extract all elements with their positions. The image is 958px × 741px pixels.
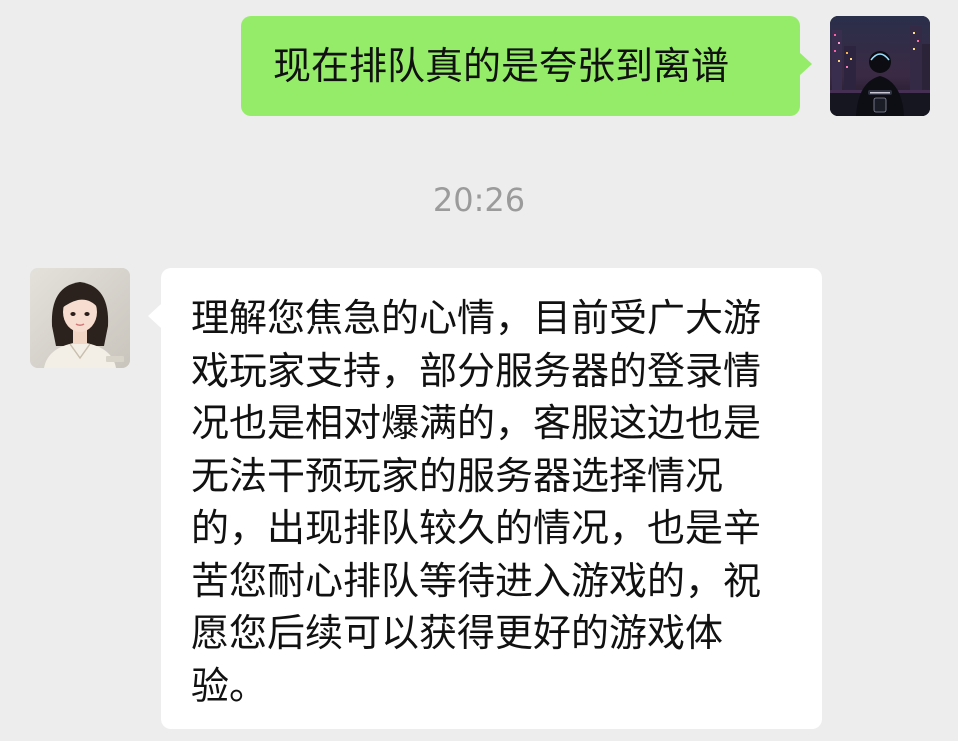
user-avatar[interactable] (830, 16, 930, 116)
bubble-tail (799, 52, 812, 76)
agent-avatar[interactable] (30, 268, 130, 368)
outgoing-message-text: 现在排队真的是夸张到离谱 (273, 44, 730, 88)
message-timestamp: 20:26 (432, 181, 526, 219)
user-avatar-image (830, 16, 930, 116)
incoming-message-bubble[interactable]: 理解您焦急的心情，目前受广大游戏玩家支持，部分服务器的登录情况也是相对爆满的，客… (148, 268, 822, 729)
incoming-message-text: 理解您焦急的心情，目前受广大游戏玩家支持，部分服务器的登录情况也是相对爆满的，客… (191, 296, 762, 708)
bubble-tail (148, 304, 161, 328)
outgoing-message-bubble[interactable]: 现在排队真的是夸张到离谱 (241, 16, 812, 116)
agent-avatar-image (30, 268, 130, 368)
